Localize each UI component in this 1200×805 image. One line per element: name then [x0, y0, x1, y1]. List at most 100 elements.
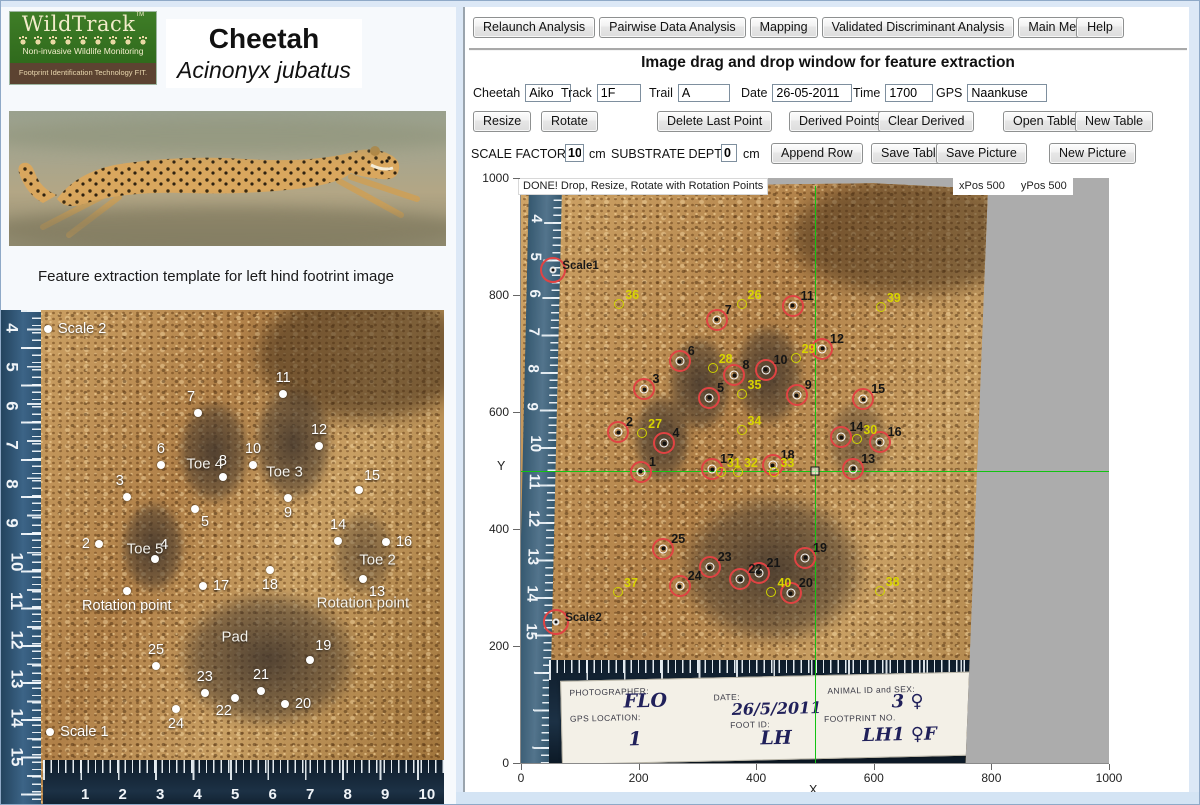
y-tick-mark: [513, 412, 520, 413]
derived-point-31[interactable]: [716, 467, 726, 477]
wildtrack-logo: WildTrackTM Non-invasive Wildlife Monito…: [9, 11, 157, 85]
feature-point-label: 14: [849, 420, 863, 434]
y-tick-label: 800: [473, 288, 509, 302]
ruler-number: 9: [2, 518, 22, 527]
ruler-number: 7: [525, 327, 542, 336]
derived-point-label: 40: [777, 576, 791, 590]
feature-point-label: 7: [725, 303, 732, 317]
wildtrack-fit-window: WildTrackTM Non-invasive Wildlife Monito…: [0, 0, 1200, 805]
template-point-label: Rotation point: [82, 598, 171, 614]
feature-point-label: 13: [861, 452, 875, 466]
template-point-2: [95, 540, 103, 548]
template-point-10: [249, 461, 257, 469]
feature-point-label: 1: [649, 455, 656, 469]
derived-point-label: 33: [780, 456, 794, 470]
feature-extraction-panel: Relaunch AnalysisPairwise Data AnalysisM…: [463, 7, 1189, 798]
footprint-template-image: 456789101112131415 12345678910 Scale 223…: [1, 310, 444, 805]
derived-point-40[interactable]: [766, 587, 776, 597]
derived-point-32[interactable]: [733, 467, 743, 477]
template-point-6: [157, 461, 165, 469]
derived-point-26[interactable]: [737, 299, 747, 309]
logo-top: WildTrackTM Non-invasive Wildlife Monito…: [10, 12, 156, 64]
template-point-3: [123, 493, 131, 501]
y-tick-mark: [513, 529, 520, 530]
derived-point-27[interactable]: [637, 428, 647, 438]
ruler-number: 4: [528, 214, 545, 223]
template-point-24: [172, 705, 180, 713]
ruler-number: 5: [231, 786, 239, 803]
card-value: 26/5/2011: [732, 698, 822, 719]
photo-info-card: PHOTOGRAPHER: FLO DATE: 26/5/2011 ANIMAL…: [560, 671, 996, 763]
template-point-20: [281, 700, 289, 708]
feature-point-label: 10: [774, 353, 788, 367]
image-drop-canvas[interactable]: 456789101112131415 QUICK P 1234567891011…: [521, 178, 1109, 763]
ruler-number: 7: [2, 440, 22, 449]
feature-point-label: 9: [805, 378, 812, 392]
derived-point-label: 39: [887, 291, 901, 305]
card-value: LH1 ♀F: [862, 723, 937, 746]
status-message: DONE! Drop, Resize, Rotate with Rotation…: [518, 178, 768, 195]
derived-point-33[interactable]: [769, 467, 779, 477]
derived-point-39[interactable]: [876, 302, 886, 312]
left-panel: WildTrackTM Non-invasive Wildlife Monito…: [1, 7, 456, 805]
template-point-label: 16: [396, 534, 412, 550]
x-tick-label: 600: [854, 771, 894, 785]
ruler-number: 4: [194, 786, 202, 803]
template-point-label: 17: [213, 578, 229, 594]
template-point-19: [306, 656, 314, 664]
template-region-label: Pad: [222, 629, 249, 646]
shadow-patch: [791, 178, 1026, 295]
template-point-14: [334, 537, 342, 545]
derived-point-29[interactable]: [791, 353, 801, 363]
feature-point-label: 2: [626, 415, 633, 429]
template-point-21: [257, 687, 265, 695]
template-region-label: Toe 2: [359, 551, 396, 568]
feature-point-label: 5: [717, 381, 724, 395]
template-point-rotation-point: [123, 587, 131, 595]
ruler-number: 1: [81, 786, 89, 803]
x-tick-label: 0: [501, 771, 541, 785]
x-tick-mark: [521, 764, 522, 770]
x-tick-mark: [639, 764, 640, 770]
ruler-number: 11: [6, 592, 26, 610]
ruler-number: 10: [419, 786, 436, 803]
derived-point-35[interactable]: [737, 389, 747, 399]
feature-point-label: 15: [871, 382, 885, 396]
derived-point-label: 29: [802, 342, 816, 356]
ruler-number: 6: [2, 401, 22, 410]
template-point-11: [279, 390, 287, 398]
derived-point-36[interactable]: [614, 299, 624, 309]
photo-foreground-streak: [9, 207, 446, 246]
logo-tagline: Non-invasive Wildlife Monitoring: [10, 45, 156, 58]
template-point-label: 15: [364, 468, 380, 484]
paw-prints-icon: [16, 36, 150, 45]
feature-point-label: 19: [813, 541, 827, 555]
feature-point-label: 11: [801, 289, 814, 303]
template-point-label: 6: [157, 441, 165, 457]
template-point-16: [382, 538, 390, 546]
crosshair-handle[interactable]: [811, 466, 820, 475]
feature-point-label: 3: [652, 372, 659, 386]
ruler-number: 4: [2, 323, 22, 332]
ruler-number: 11: [526, 473, 543, 489]
template-point-label: 23: [197, 669, 213, 685]
derived-point-label: 37: [624, 576, 638, 590]
feature-point-label: 22: [748, 562, 762, 576]
derived-point-28[interactable]: [708, 363, 718, 373]
vertical-ruler: 456789101112131415: [1, 310, 41, 805]
derived-point-38[interactable]: [875, 586, 885, 596]
template-point-label: 2: [82, 536, 90, 552]
species-title: Cheetah Acinonyx jubatus: [166, 19, 362, 88]
template-point-label: 11: [276, 370, 291, 386]
x-axis-line: [520, 763, 1109, 764]
derived-point-37[interactable]: [613, 587, 623, 597]
template-region-label: Toe 3: [266, 463, 303, 480]
template-point-9: [284, 494, 292, 502]
derived-point-30[interactable]: [852, 434, 862, 444]
template-point-label: 10: [245, 441, 261, 457]
x-tick-mark: [874, 764, 875, 770]
derived-point-34[interactable]: [737, 425, 747, 435]
photo-background-streak: [9, 119, 446, 153]
ruler-number: 14: [6, 709, 26, 728]
ruler-number: 12: [525, 510, 542, 527]
